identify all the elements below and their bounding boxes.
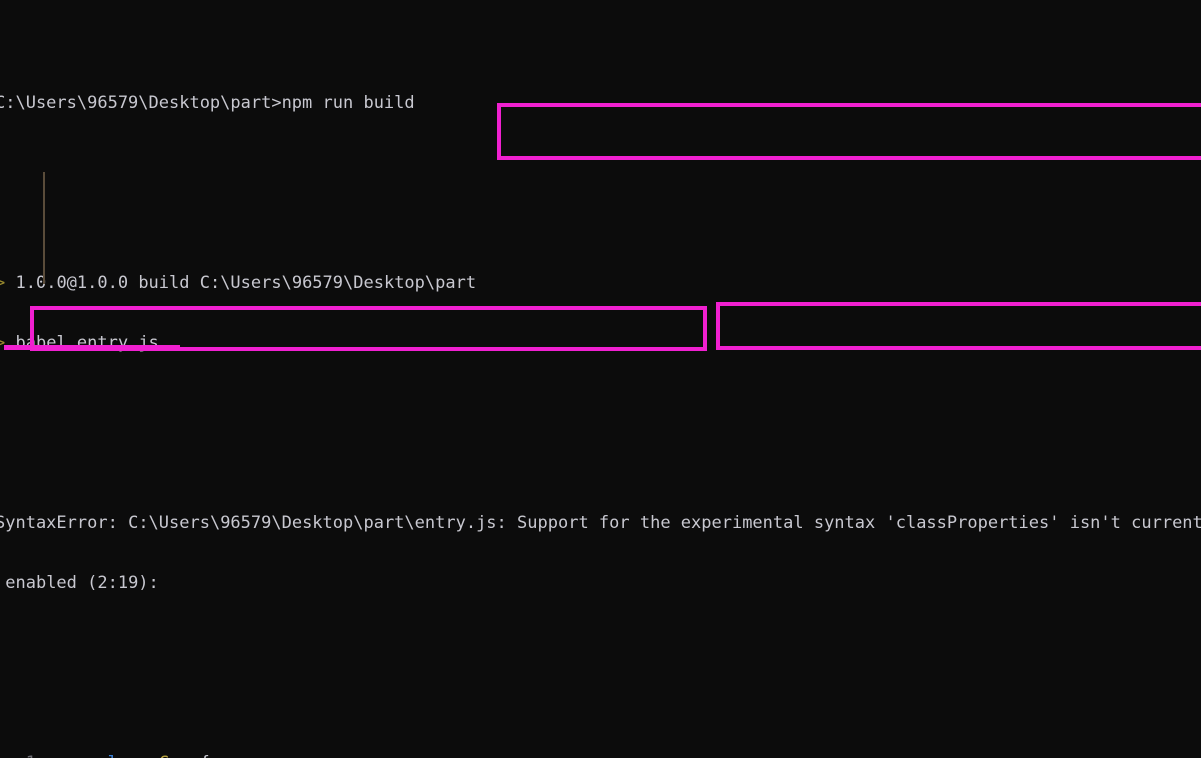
- npm-header-line-1: > 1.0.0@1.0.0 build C:\Users\96579\Deskt…: [0, 273, 1201, 293]
- npm-package-build: 1.0.0@1.0.0 build C:\Users\96579\Desktop…: [15, 273, 477, 293]
- code-frame-row: 1 class Car {: [0, 753, 1201, 758]
- code-line-number: 1: [26, 753, 36, 758]
- syntax-error-line: SyntaxError: C:\Users\96579\Desktop\part…: [0, 513, 1201, 533]
- npm-script-command: babel entry.js: [15, 333, 159, 353]
- token-brace-open: {: [200, 753, 210, 758]
- terminal-window[interactable]: C:\Users\96579\Desktop\part>npm run buil…: [0, 0, 1201, 758]
- prompt-line: C:\Users\96579\Desktop\part>npm run buil…: [0, 93, 1201, 113]
- npm-header-line-2: > babel entry.js: [0, 333, 1201, 353]
- code-gutter-bar: [43, 172, 45, 284]
- syntax-error-message: Support for the experimental syntax 'cla…: [517, 513, 1201, 533]
- terminal-screen: C:\Users\96579\Desktop\part>npm run buil…: [0, 13, 1201, 758]
- prompt-text: C:\Users\96579\Desktop\part>npm run buil…: [0, 93, 415, 113]
- token-class-name: Car: [159, 753, 190, 758]
- syntax-error-line-cont: enabled (2:19):: [0, 573, 1201, 593]
- syntax-error-file: C:\Users\96579\Desktop\part\entry.js:: [128, 513, 507, 533]
- token-keyword-class: class: [97, 753, 148, 758]
- syntax-error-message-cont: enabled (2:19):: [5, 573, 159, 593]
- syntax-error-label: SyntaxError:: [0, 513, 118, 533]
